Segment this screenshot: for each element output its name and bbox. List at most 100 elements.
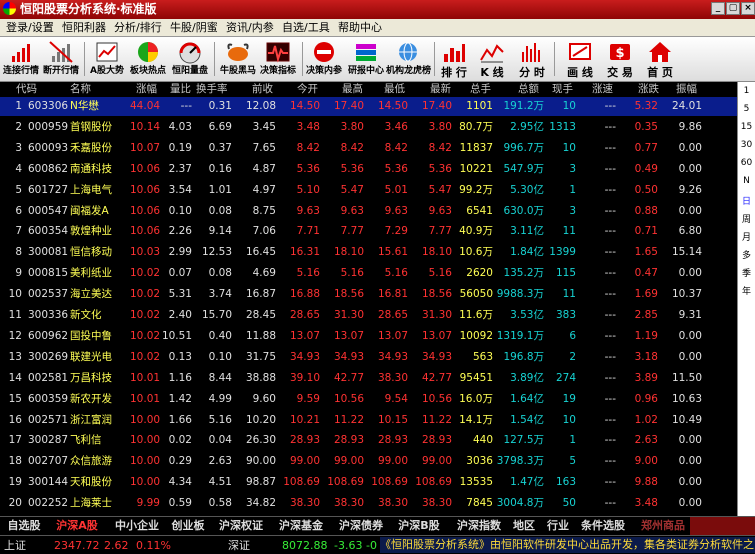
table-row[interactable]: 5 601727 上海电气 10.06 3.54 1.01 4.97 5.10 5.47 5.01… [0,181,737,200]
tab-industry[interactable]: 行业 [542,517,574,534]
column-header-name[interactable]: 名称 [70,82,130,97]
sh-index-value: 2347.72 [54,539,100,552]
table-row[interactable]: 1 603306 N华懋 44.04 --- 0.31 12.08 14.50 17.40 14.… [0,97,737,117]
cell-prev-close: 9.60 [252,392,276,405]
close-button[interactable]: × [741,2,755,15]
column-header-last-volume[interactable]: 现手 [552,82,582,97]
tab-funds[interactable]: 沪深基金 [272,517,330,534]
cell-amplitude: 0.00 [678,329,702,342]
tab-zhengzhou-commodities[interactable]: 郑州商品 [634,517,692,534]
quote-table[interactable]: 代码 名称 涨幅 量比 换手率 前收 今开 最高 最低 最新 总手 总额 现手 … [0,82,737,516]
tab-b-shares[interactable]: 沪深B股 [390,517,448,534]
column-header-change[interactable]: 涨跌 [638,82,668,97]
cell-volume: 10092 [459,329,493,342]
toolbar-label: 决策内参 [305,66,342,76]
table-row[interactable]: 19 300144 天和股份 10.00 4.34 4.51 98.87 108.69 108.… [0,473,737,492]
period-day[interactable]: 日 [738,194,755,207]
menu-news[interactable]: 资讯/内参 [226,21,274,34]
a-share-trend-button[interactable]: A股大势 [88,39,126,81]
tab-region[interactable]: 地区 [508,517,540,534]
column-header-last[interactable]: 最新 [430,82,460,97]
decision-indicators-button[interactable]: 决策指标 [258,39,298,81]
table-row[interactable]: 13 300269 联建光电 10.02 0.13 0.10 31.75 34.93 34.93… [0,348,737,367]
column-header-prev-close[interactable]: 前收 [252,82,282,97]
period-week[interactable]: 周 [738,212,755,225]
tab-warrants[interactable]: 沪深权证 [212,517,270,534]
period-quarter[interactable]: 季 [738,266,755,279]
home-button[interactable]: 首 页 [642,39,678,81]
table-row[interactable]: 16 002571 浙江富润 10.00 1.66 5.16 10.20 10.21 11.22… [0,411,737,430]
period-30min[interactable]: 30 [738,140,755,150]
tab-bonds[interactable]: 沪深债券 [332,517,390,534]
disconnect-quotes-button[interactable]: 断开行情 [42,39,80,81]
institution-ranking-button[interactable]: 机构龙虎榜 [386,39,431,81]
menu-hengyang-tools[interactable]: 恒阳利器 [62,21,106,34]
column-header-low[interactable]: 最低 [384,82,414,97]
table-row[interactable]: 17 300287 飞利信 10.00 0.02 0.04 26.30 28.93 28.93 2… [0,431,737,450]
k-line-button[interactable]: K 线 [474,39,510,81]
column-header-turnover[interactable]: 换手率 [196,82,236,97]
table-row[interactable]: 8 300081 恒信移动 10.03 2.99 12.53 16.45 16.31 18.10… [0,243,737,262]
menu-watchlist-tools[interactable]: 自选/工具 [282,21,330,34]
period-multi[interactable]: 多 [738,248,755,261]
cell-amount: 3.11亿 [510,225,544,238]
sector-hotspot-button[interactable]: 板块热点 [128,39,168,81]
column-header-amount[interactable]: 总额 [518,82,548,97]
research-center-button[interactable]: 研报中心 [346,39,386,81]
period-year[interactable]: 年 [738,284,755,297]
table-row[interactable]: 6 000547 闽福发A 10.06 0.10 0.08 8.75 9.63 9.63 9.63… [0,202,737,221]
period-15min[interactable]: 15 [738,122,755,132]
trade-button[interactable]: $ 交 易 [602,39,638,81]
period-60min[interactable]: 60 [738,158,755,168]
menu-help[interactable]: 帮助中心 [338,21,382,34]
menu-bull-stocks[interactable]: 牛股/阴蜜 [170,21,218,34]
column-header-high[interactable]: 最高 [342,82,372,97]
menu-login-settings[interactable]: 登录/设置 [6,21,54,34]
tab-condition-picking[interactable]: 条件选股 [574,517,632,534]
tab-indices[interactable]: 沪深指数 [450,517,508,534]
news-ticker[interactable]: 《恒阳股票分析系统》由恒阳软件研发中心出品开发，集各类证券分析软件之 [380,537,755,553]
table-row[interactable]: 15 600359 新农开发 10.01 1.42 4.99 9.60 9.59 10.56 9.… [0,390,737,409]
hengyang-gauge-button[interactable]: 恒阳量盘 [170,39,210,81]
table-row[interactable]: 12 600962 国投中鲁 10.02 10.51 0.40 11.88 13.07 13.0… [0,327,737,346]
draw-line-button[interactable]: 画 线 [562,39,598,81]
table-row[interactable]: 2 000959 首钢股份 10.14 4.03 6.69 3.45 3.48 3.80 3.46… [0,118,737,137]
table-row[interactable]: 18 002707 众信旅游 10.00 0.29 2.63 90.00 99.00 99.00… [0,452,737,471]
tab-a-shares[interactable]: 沪深A股 [48,517,106,534]
table-row[interactable]: 20 002252 上海莱士 9.99 0.59 0.58 34.82 38.30 38.30 3… [0,494,737,513]
cell-last-volume: 115 [555,267,576,280]
period-n[interactable]: N [738,176,755,186]
column-header-open[interactable]: 今开 [297,82,327,97]
bull-stocks-button[interactable]: 牛股黑马 [218,39,258,81]
table-row[interactable]: 10 002537 海立美达 10.02 5.31 3.74 16.87 16.88 18.56… [0,285,737,304]
toolbar-label: 牛股黑马 [219,66,256,76]
column-header-volume[interactable]: 总手 [470,82,500,97]
table-row[interactable]: 4 600862 南通科技 10.06 2.37 0.16 4.87 5.36 5.36 5.36… [0,160,737,179]
period-5min[interactable]: 5 [738,104,755,114]
cell-volume-ratio: 0.29 [168,455,192,468]
minimize-button[interactable]: _ [711,2,725,15]
cell-turnover: 4.51 [208,476,232,489]
period-month[interactable]: 月 [738,230,755,243]
tab-sme[interactable]: 中小企业 [108,517,166,534]
table-row[interactable]: 14 002581 万昌科技 10.01 1.16 8.44 38.88 39.10 42.77… [0,369,737,388]
connect-quotes-button[interactable]: 连接行情 [2,39,40,81]
maximize-button[interactable]: ▢ [726,2,740,15]
table-row[interactable]: 9 000815 美利纸业 10.02 0.07 0.08 4.69 5.16 5.16 5.16… [0,264,737,283]
column-header-amplitude[interactable]: 振幅 [676,82,706,97]
cell-low: 3.46 [384,120,408,133]
column-header-change-pct[interactable]: 涨幅 [136,82,166,97]
table-row[interactable]: 3 600093 禾嘉股份 10.07 0.19 0.37 7.65 8.42 8.42 8.42… [0,139,737,158]
decision-internal-button[interactable]: 决策内参 [304,39,344,81]
menu-analysis-ranking[interactable]: 分析/排行 [114,21,162,34]
column-header-code[interactable]: 代码 [16,82,56,97]
ranking-button[interactable]: 排 行 [436,39,472,81]
tab-chinext[interactable]: 创业板 [166,517,210,534]
intraday-button[interactable]: 分 时 [514,39,550,81]
table-row[interactable]: 7 600354 敦煌种业 10.06 2.26 9.14 7.06 7.71 7.77 7.29… [0,222,737,241]
tab-watchlist[interactable]: 自选股 [2,517,46,534]
period-1min[interactable]: 1 [738,86,755,96]
cell-volume-ratio: 0.02 [168,434,192,447]
table-row[interactable]: 11 300336 新文化 10.02 2.40 15.70 28.45 28.65 31.30… [0,306,737,325]
column-header-speed[interactable]: 涨速 [592,82,622,97]
